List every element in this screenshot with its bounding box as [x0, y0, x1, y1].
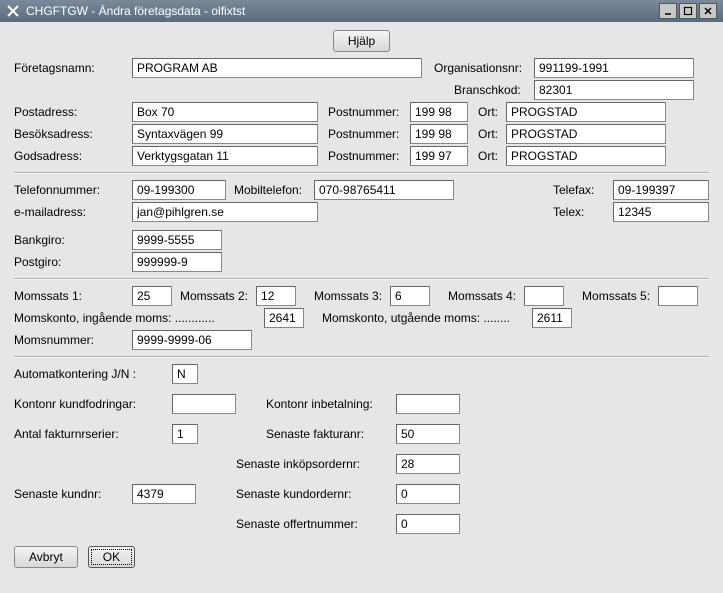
label-momskonto-in: Momskonto, ingående moms: ............	[14, 311, 264, 325]
input-moms1[interactable]	[132, 286, 172, 306]
label-postnummer1: Postnummer:	[328, 105, 410, 119]
input-ort1[interactable]	[506, 102, 666, 122]
label-telefon: Telefonnummer:	[14, 183, 132, 197]
input-mobil[interactable]	[314, 180, 454, 200]
label-kontonr-kundfodringar: Kontonr kundfodringar:	[14, 397, 172, 411]
label-organisationsnr: Organisationsnr:	[434, 61, 534, 75]
label-branschkod: Branschkod:	[434, 83, 534, 97]
label-postgiro: Postgiro:	[14, 255, 132, 269]
ok-button[interactable]: OK	[88, 546, 135, 568]
input-email[interactable]	[132, 202, 318, 222]
input-bankgiro[interactable]	[132, 230, 222, 250]
input-postnr3[interactable]	[410, 146, 468, 166]
input-automatkontering[interactable]	[172, 364, 198, 384]
label-ort2: Ort:	[478, 127, 506, 141]
label-email: e-mailadress:	[14, 205, 132, 219]
input-telefax[interactable]	[613, 180, 709, 200]
maximize-button[interactable]	[679, 3, 697, 19]
input-momsnummer[interactable]	[132, 330, 252, 350]
input-godsadress[interactable]	[132, 146, 318, 166]
input-postnr2[interactable]	[410, 124, 468, 144]
help-button[interactable]: Hjälp	[333, 30, 390, 52]
input-momskonto-ut[interactable]	[532, 308, 572, 328]
input-telex[interactable]	[613, 202, 709, 222]
label-ort3: Ort:	[478, 149, 506, 163]
minimize-button[interactable]	[659, 3, 677, 19]
label-kontonr-inbetalning: Kontonr inbetalning:	[266, 397, 396, 411]
label-moms4: Momssats 4:	[448, 289, 516, 303]
label-mobil: Mobiltelefon:	[234, 183, 314, 197]
input-momskonto-in[interactable]	[264, 308, 304, 328]
label-postnummer2: Postnummer:	[328, 127, 410, 141]
input-postadress[interactable]	[132, 102, 318, 122]
input-moms4[interactable]	[524, 286, 564, 306]
titlebar: CHGFTGW - Ändra företagsdata - olfixtst	[0, 0, 723, 22]
label-senaste-offertnummer: Senaste offertnummer:	[236, 517, 396, 531]
input-moms2[interactable]	[256, 286, 296, 306]
label-momsnummer: Momsnummer:	[14, 333, 132, 347]
close-button[interactable]	[699, 3, 717, 19]
cancel-button[interactable]: Avbryt	[14, 546, 78, 568]
input-postgiro[interactable]	[132, 252, 222, 272]
label-postnummer3: Postnummer:	[328, 149, 410, 163]
input-senaste-inkopsordernr[interactable]	[396, 454, 460, 474]
input-organisationsnr[interactable]	[534, 58, 694, 78]
label-moms1: Momssats 1:	[14, 289, 132, 303]
input-telefon[interactable]	[132, 180, 226, 200]
label-moms5: Momssats 5:	[582, 289, 650, 303]
label-moms2: Momssats 2:	[180, 289, 248, 303]
label-godsadress: Godsadress:	[14, 149, 132, 163]
input-moms3[interactable]	[390, 286, 430, 306]
label-moms3: Momssats 3:	[314, 289, 382, 303]
input-senaste-kundordernr[interactable]	[396, 484, 460, 504]
label-senaste-fakturanr: Senaste fakturanr:	[266, 427, 396, 441]
label-postadress: Postadress:	[14, 105, 132, 119]
input-kontonr-kundfodringar[interactable]	[172, 394, 236, 414]
input-senaste-kundnr[interactable]	[132, 484, 196, 504]
input-kontonr-inbetalning[interactable]	[396, 394, 460, 414]
window-title: CHGFTGW - Ändra företagsdata - olfixtst	[26, 4, 659, 18]
label-telex: Telex:	[553, 205, 613, 219]
app-icon	[6, 4, 20, 18]
input-moms5[interactable]	[658, 286, 698, 306]
label-besoksadress: Besöksadress:	[14, 127, 132, 141]
input-postnr1[interactable]	[410, 102, 468, 122]
label-bankgiro: Bankgiro:	[14, 233, 132, 247]
label-ort1: Ort:	[478, 105, 506, 119]
label-senaste-kundordernr: Senaste kundordernr:	[236, 487, 396, 501]
input-besoksadress[interactable]	[132, 124, 318, 144]
input-branschkod[interactable]	[534, 80, 694, 100]
input-antal-fakturnrserier[interactable]	[172, 424, 198, 444]
form-content: Hjälp Företagsnamn: Organisationsnr: Bra…	[0, 22, 723, 593]
label-antal-fakturnrserier: Antal fakturnrserier:	[14, 427, 172, 441]
label-senaste-inkopsordernr: Senaste inköpsordernr:	[236, 457, 396, 471]
input-ort3[interactable]	[506, 146, 666, 166]
label-senaste-kundnr: Senaste kundnr:	[14, 487, 132, 501]
label-telefax: Telefax:	[553, 183, 613, 197]
input-ort2[interactable]	[506, 124, 666, 144]
input-senaste-offertnummer[interactable]	[396, 514, 460, 534]
input-senaste-fakturanr[interactable]	[396, 424, 460, 444]
label-momskonto-ut: Momskonto, utgående moms: ........	[322, 311, 532, 325]
label-automatkontering: Automatkontering J/N :	[14, 367, 172, 381]
label-foretagsnamn: Företagsnamn:	[14, 61, 132, 75]
input-foretagsnamn[interactable]	[132, 58, 422, 78]
